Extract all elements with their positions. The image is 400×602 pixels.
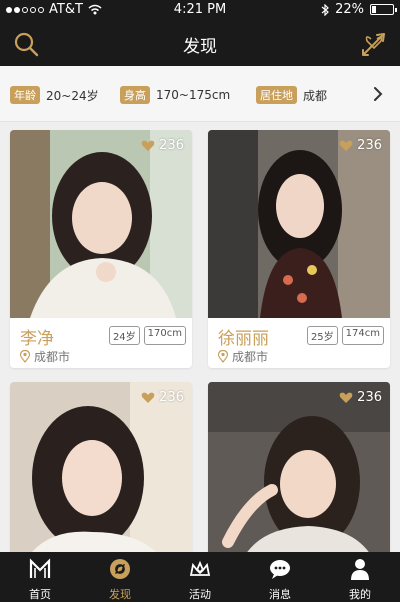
profile-photo xyxy=(208,382,390,552)
page-title: 发现 xyxy=(183,37,217,57)
profile-photo xyxy=(10,382,192,552)
profile-icon xyxy=(351,559,369,580)
cupid-button[interactable] xyxy=(360,30,388,58)
like-counter[interactable]: 236 xyxy=(141,138,184,153)
message-icon xyxy=(270,560,290,579)
height-chip: 170cm xyxy=(143,326,186,345)
like-count: 236 xyxy=(357,138,382,153)
profile-location: 成都市 xyxy=(218,348,268,365)
tab-discover[interactable]: 发现 xyxy=(80,552,160,602)
tab-messages-label: 消息 xyxy=(269,588,291,601)
tab-activity-label: 活动 xyxy=(189,588,211,601)
nav-bar: 发现 xyxy=(0,20,400,66)
filter-height[interactable]: 身高 170~175cm xyxy=(120,86,230,104)
filter-tag-height: 身高 xyxy=(120,86,150,104)
heart-icon xyxy=(141,140,155,151)
profile-card[interactable]: 236 xyxy=(208,382,390,552)
tab-profile-label: 我的 xyxy=(349,588,371,601)
heart-icon xyxy=(339,392,353,403)
chevron-right-icon[interactable] xyxy=(372,84,384,104)
home-m-icon xyxy=(29,558,51,578)
tab-home[interactable]: 首页 xyxy=(0,552,80,602)
age-chip: 25岁 xyxy=(306,326,338,345)
like-counter[interactable]: 236 xyxy=(141,390,184,405)
height-chip: 174cm xyxy=(341,326,384,345)
profile-chips: 25岁 174cm xyxy=(306,326,384,345)
location-pin-icon xyxy=(218,350,228,363)
filter-tag-residence: 居住地 xyxy=(256,86,297,104)
filter-value-height: 170~175cm xyxy=(156,88,231,102)
profile-location: 成都市 xyxy=(20,348,70,365)
card-info: 李净 24岁 170cm 成都市 xyxy=(10,318,192,368)
heart-icon xyxy=(339,140,353,151)
tab-messages[interactable]: 消息 xyxy=(240,552,320,602)
location-pin-icon xyxy=(20,350,30,363)
status-bar: AT&T 4:21 PM 22% xyxy=(0,0,400,20)
like-count: 236 xyxy=(159,138,184,153)
activity-crown-icon xyxy=(189,560,211,576)
like-counter[interactable]: 236 xyxy=(339,138,382,153)
filter-value-residence: 成都 xyxy=(303,88,328,103)
age-chip: 24岁 xyxy=(108,326,140,345)
profile-card[interactable]: 236 徐丽丽 25岁 174cm 成都市 xyxy=(208,130,390,368)
profile-city: 成都市 xyxy=(232,350,269,364)
status-right: 22% xyxy=(321,2,397,17)
bluetooth-icon xyxy=(321,3,329,16)
profile-photo xyxy=(10,130,192,318)
profile-name: 徐丽丽 xyxy=(218,329,269,349)
tab-bar: 首页 发现 活动 消息 我的 xyxy=(0,552,400,602)
like-count: 236 xyxy=(159,390,184,405)
like-count: 236 xyxy=(357,390,382,405)
like-counter[interactable]: 236 xyxy=(339,390,382,405)
tab-profile[interactable]: 我的 xyxy=(320,552,400,602)
filter-age[interactable]: 年龄 20~24岁 xyxy=(10,86,99,104)
tab-discover-label: 发现 xyxy=(109,588,131,601)
filter-value-age: 20~24岁 xyxy=(46,88,99,103)
card-info: 徐丽丽 25岁 174cm 成都市 xyxy=(208,318,390,368)
discover-icon xyxy=(110,559,130,579)
heart-icon xyxy=(141,392,155,403)
profile-grid: 236 李净 24岁 170cm 成都市 236 徐丽丽 25岁 174cm 成… xyxy=(0,122,400,552)
tab-home-label: 首页 xyxy=(29,588,51,601)
profile-card[interactable]: 236 李净 24岁 170cm 成都市 xyxy=(10,130,192,368)
battery-icon xyxy=(370,4,397,15)
profile-photo xyxy=(208,130,390,318)
battery-percent: 22% xyxy=(335,2,364,17)
cupid-arrow-icon xyxy=(362,33,385,56)
filter-residence[interactable]: 居住地 成都 xyxy=(256,86,327,104)
profile-name: 李净 xyxy=(20,329,54,349)
profile-city: 成都市 xyxy=(34,350,71,364)
tab-activity[interactable]: 活动 xyxy=(160,552,240,602)
profile-card[interactable]: 236 xyxy=(10,382,192,552)
filter-tag-age: 年龄 xyxy=(10,86,40,104)
filter-bar: 年龄 20~24岁 身高 170~175cm 居住地 成都 xyxy=(0,66,400,122)
profile-chips: 24岁 170cm xyxy=(108,326,186,345)
